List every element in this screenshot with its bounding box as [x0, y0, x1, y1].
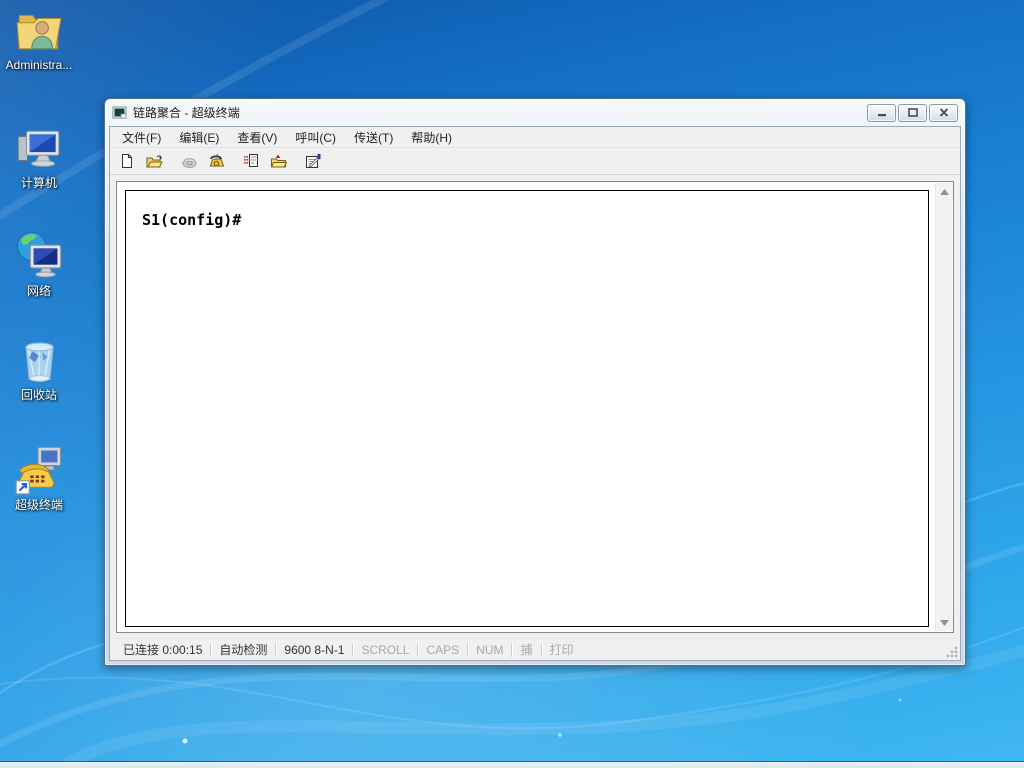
- close-button[interactable]: [929, 103, 958, 122]
- open-icon: [146, 155, 163, 168]
- desktop-icon-label: 网络: [26, 284, 51, 298]
- desktop-icon-administrator[interactable]: Administra...: [1, 6, 77, 74]
- vertical-scrollbar[interactable]: [935, 183, 953, 631]
- desktop-icon-label: 回收站: [20, 388, 57, 402]
- status-capture: 捕: [520, 643, 533, 657]
- status-emulation: 自动检测: [219, 643, 268, 657]
- menu-call[interactable]: 呼叫(C): [286, 127, 345, 148]
- status-num: NUM: [476, 642, 504, 657]
- menu-help[interactable]: 帮助(H): [402, 127, 461, 148]
- call-icon: [182, 158, 196, 168]
- status-bar: 已连接 0:00:15 自动检测 9600 8-N-1 SCROLL CAPS …: [110, 638, 960, 660]
- open-button[interactable]: [142, 150, 166, 173]
- new-connection-button[interactable]: [115, 150, 139, 173]
- window-body: 文件(F) 编辑(E) 查看(V) 呼叫(C) 传送(T) 帮助(H) S1(c…: [109, 126, 961, 661]
- scroll-up-button[interactable]: [936, 183, 953, 200]
- status-connection: 已连接 0:00:15: [123, 643, 203, 657]
- scroll-down-button[interactable]: [936, 614, 953, 631]
- terminal-client-area: S1(config)#: [110, 175, 960, 638]
- menu-bar: 文件(F) 编辑(E) 查看(V) 呼叫(C) 传送(T) 帮助(H): [110, 127, 960, 148]
- new-connection-icon: [122, 154, 132, 168]
- desktop[interactable]: Administra... 计算机 网络 回收站 超级终端 链路聚合 - 超级终…: [0, 0, 1024, 768]
- terminal-frame: S1(config)#: [116, 181, 954, 633]
- status-caps: CAPS: [426, 642, 460, 657]
- status-scroll: SCROLL: [361, 642, 410, 657]
- taskbar-edge[interactable]: [0, 761, 1024, 768]
- window-icon: [112, 106, 127, 118]
- terminal-screen[interactable]: S1(config)#: [125, 190, 929, 627]
- call-button: [177, 150, 201, 173]
- receive-file-button[interactable]: [266, 150, 290, 173]
- receive-file-icon: [270, 154, 287, 168]
- maximize-button[interactable]: [898, 103, 927, 122]
- computer-icon: [17, 130, 60, 167]
- status-baud: 9600 8-N-1: [284, 642, 345, 657]
- titlebar[interactable]: 链路聚合 - 超级终端: [105, 99, 965, 126]
- desktop-icon-hyperterminal[interactable]: 超级终端: [1, 444, 77, 514]
- terminal-prompt: S1(config)#: [142, 211, 242, 229]
- hangup-button[interactable]: [204, 150, 228, 173]
- menu-file[interactable]: 文件(F): [113, 127, 170, 148]
- desktop-icon-label: 计算机: [20, 176, 57, 190]
- recycle-bin-icon: [25, 342, 54, 382]
- maximize-icon: [907, 108, 918, 117]
- scroll-down-icon: [940, 619, 949, 626]
- status-print-echo: 打印: [549, 643, 574, 657]
- send-file-button[interactable]: [239, 150, 263, 173]
- desktop-icon-network[interactable]: 网络: [1, 230, 77, 300]
- hyperterminal-icon: [15, 446, 62, 495]
- hyperterminal-window: 链路聚合 - 超级终端 文件(F) 编辑(E) 查看(V) 呼叫(C) 传送(T: [104, 98, 966, 666]
- window-title: 链路聚合 - 超级终端: [133, 106, 240, 120]
- menu-edit[interactable]: 编辑(E): [170, 127, 228, 148]
- properties-icon: [305, 154, 320, 168]
- minimize-button[interactable]: [867, 103, 896, 122]
- network-icon: [16, 231, 62, 278]
- close-icon: [939, 108, 948, 117]
- resize-grip[interactable]: [945, 645, 958, 658]
- desktop-icon-label: Administra...: [5, 58, 73, 72]
- properties-button[interactable]: [301, 150, 325, 173]
- menu-view[interactable]: 查看(V): [228, 127, 286, 148]
- toolbar: [110, 148, 960, 175]
- scroll-up-icon: [940, 188, 949, 195]
- desktop-icon-label: 超级终端: [14, 498, 63, 512]
- desktop-icon-recycle-bin[interactable]: 回收站: [1, 334, 77, 404]
- send-file-icon: [243, 154, 258, 167]
- hangup-icon: [209, 153, 224, 167]
- administrator-folder-icon: [16, 14, 62, 50]
- desktop-icon-computer[interactable]: 计算机: [1, 124, 77, 192]
- menu-transfer[interactable]: 传送(T): [345, 127, 402, 148]
- minimize-icon: [877, 114, 886, 117]
